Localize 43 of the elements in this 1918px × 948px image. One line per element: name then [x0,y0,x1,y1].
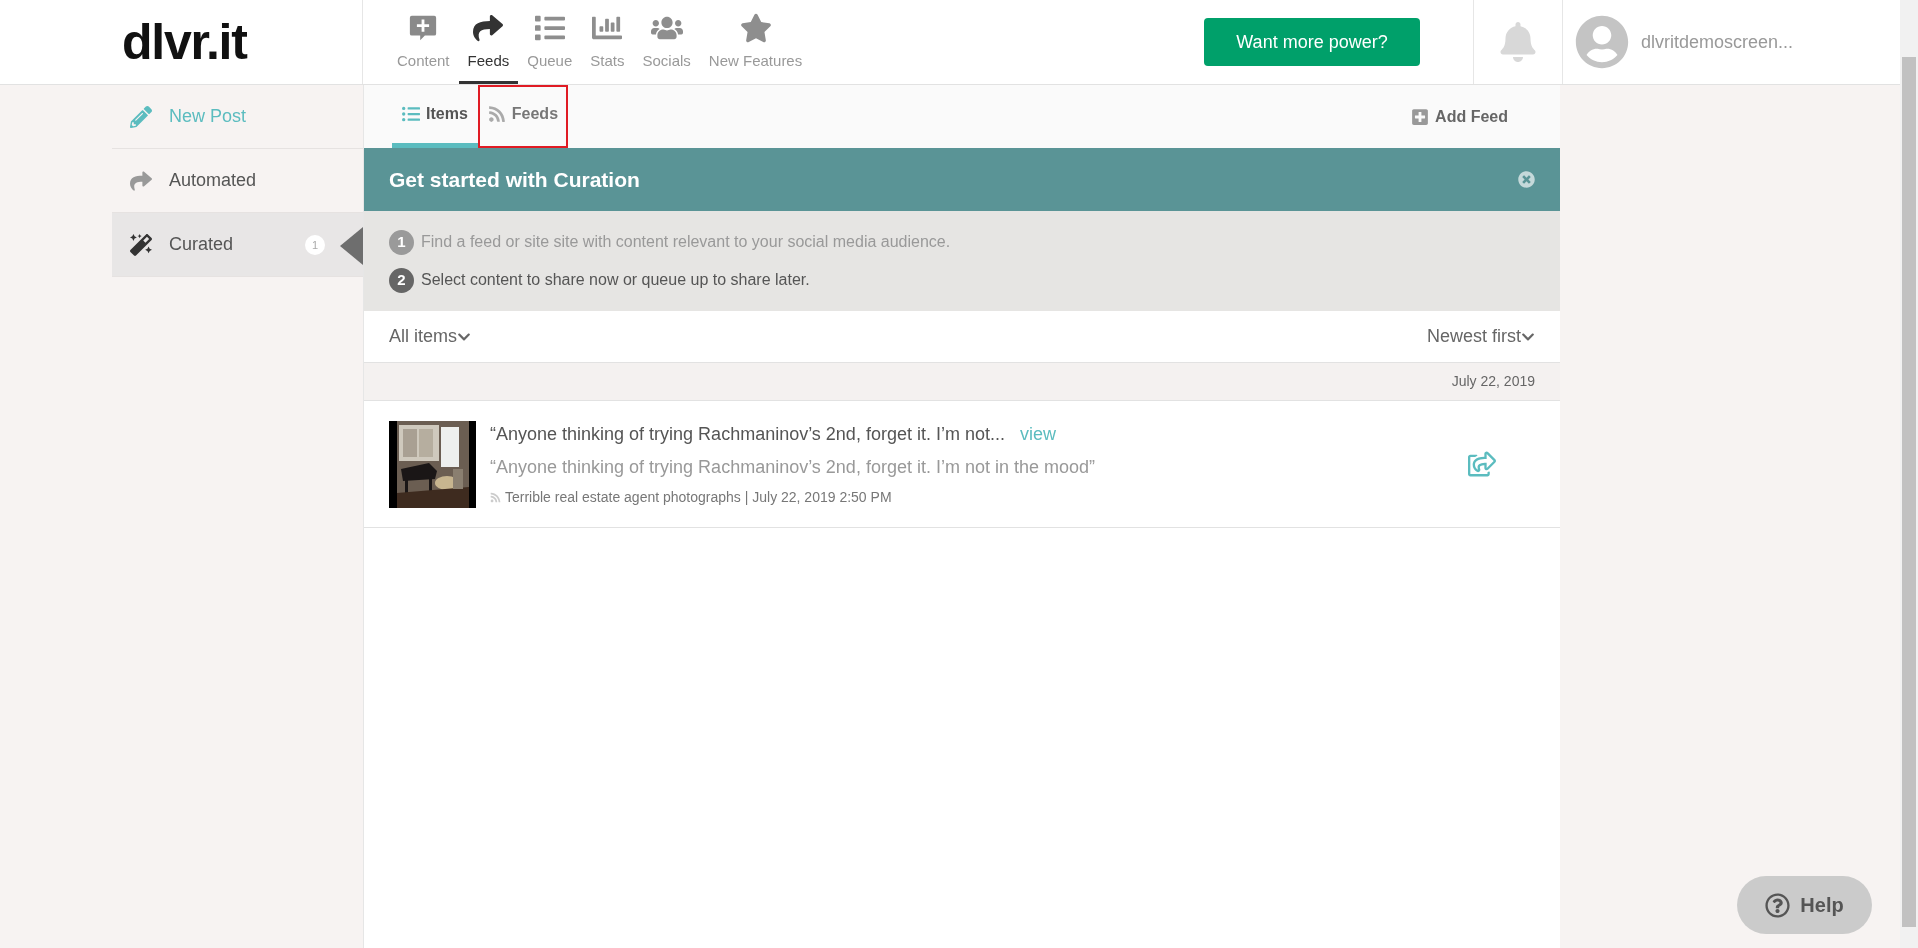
sort-dropdown[interactable]: Newest first [1426,323,1535,350]
list-icon [402,105,420,123]
upgrade-button[interactable]: Want more power? [1204,18,1420,66]
avatar-icon[interactable] [1575,15,1629,69]
rss-icon [487,105,506,123]
help-button[interactable]: Help [1737,876,1872,934]
notification-bell-icon[interactable] [1500,22,1536,62]
nav-tab[interactable]: Socials [633,0,700,84]
banner-title: Get started with Curation [389,166,641,193]
filter-dropdown[interactable]: All items [389,323,471,350]
share-arrow-icon [472,13,505,43]
rss-icon [490,491,501,503]
step-number: 1 [389,229,414,255]
step-text: Select content to share now or queue up to share later. [421,270,810,290]
logo[interactable]: dlvr.it [122,17,247,67]
nav-tab[interactable]: Feeds [458,0,519,84]
item-summary: “Anyone thinking of trying Rachmaninov’s 2nd, forget it. I’m not in the mood” [490,455,1096,479]
nav-tab[interactable]: New Features [699,0,812,84]
share-icon[interactable] [1468,451,1496,477]
add-feed-button[interactable]: Add Feed [1411,85,1508,148]
step-number: 2 [389,267,414,293]
list-icon [533,13,566,43]
user-name[interactable]: dlvritdemoscreen... [1641,28,1794,56]
step-text: Find a feed or site site with content relevant to your social media audience. [421,232,951,252]
pointer-arrow-icon [340,227,363,265]
star-icon [739,13,772,43]
view-link[interactable]: view [1019,420,1056,448]
magic-wand-icon [130,233,152,256]
item-title: “Anyone thinking of trying Rachmaninov’s 2nd, forget it. I’m not... [490,422,1005,446]
view-tab[interactable]: Feeds [477,85,569,148]
question-icon [1765,892,1791,918]
item-source: Terrible real estate agent photographs | July 22, 2019 2:50 PM [505,487,892,507]
close-icon[interactable] [1518,171,1535,188]
count-badge: 1 [305,235,325,255]
plus-icon [1411,107,1430,126]
scrollbar[interactable] [1900,0,1918,948]
sidebar-item[interactable]: Curated 1 [112,213,363,277]
nav-tab[interactable]: Queue [518,0,582,84]
date-text: July 22, 2019 [1451,372,1535,391]
pencil-icon [130,105,152,128]
share-arrow-icon [130,169,152,192]
nav-tab[interactable]: Stats [581,0,634,84]
nav-tab[interactable]: Content [388,0,459,84]
